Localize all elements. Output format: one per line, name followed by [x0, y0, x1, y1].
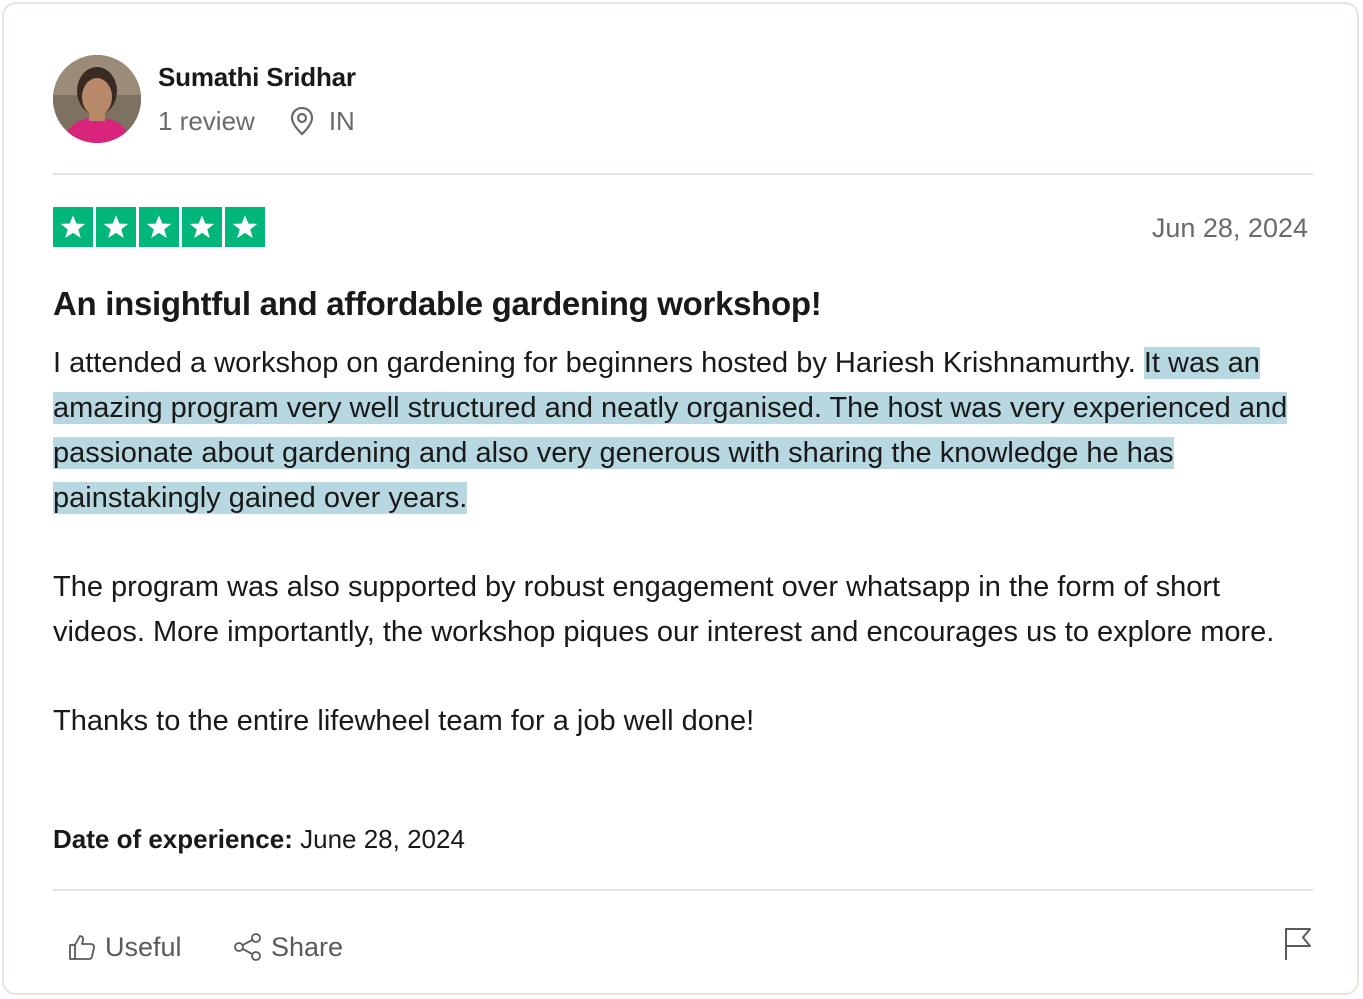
star-icon	[53, 207, 93, 247]
date-of-experience: Date of experience: June 28, 2024	[53, 822, 465, 856]
share-button[interactable]: Share	[233, 922, 343, 972]
reviewer-header: Sumathi Sridhar 1 review IN	[53, 53, 356, 145]
review-body: I attended a workshop on gardening for b…	[53, 341, 1318, 744]
share-icon	[234, 933, 261, 961]
star-icon	[139, 207, 179, 247]
divider	[53, 173, 1313, 175]
report-button[interactable]	[1283, 926, 1313, 967]
review-date: Jun 28, 2024	[1151, 213, 1308, 243]
star-icon	[182, 207, 222, 247]
star-icon	[96, 207, 136, 247]
experience-label: Date of experience:	[53, 824, 293, 854]
experience-date: June 28, 2024	[300, 824, 465, 854]
share-label: Share	[271, 931, 344, 962]
review-paragraph: I attended a workshop on gardening for b…	[53, 341, 1318, 521]
useful-label: Useful	[105, 931, 182, 962]
reviewer-meta: 1 review IN	[158, 105, 356, 137]
star-rating	[53, 207, 268, 247]
reviewer-name[interactable]: Sumathi Sridhar	[158, 61, 356, 93]
review-paragraph: The program was also supported by robust…	[53, 571, 1275, 648]
avatar[interactable]	[53, 55, 141, 143]
review-actions: Useful Share	[53, 922, 1315, 972]
review-paragraph: Thanks to the entire lifewheel team for …	[53, 705, 755, 737]
divider	[53, 889, 1313, 891]
reviewer-location: IN	[328, 106, 355, 136]
reviewer-info: Sumathi Sridhar 1 review IN	[158, 61, 356, 137]
flag-icon	[1285, 928, 1311, 960]
location-pin-icon	[289, 106, 315, 136]
review-card: Sumathi Sridhar 1 review IN Jun 28, 2024…	[2, 2, 1359, 995]
review-text: I attended a workshop on gardening for b…	[53, 347, 1144, 379]
star-icon	[225, 207, 265, 247]
thumbs-up-icon	[69, 935, 95, 960]
useful-button[interactable]: Useful	[67, 922, 182, 972]
review-title[interactable]: An insightful and affordable gardening w…	[53, 283, 822, 325]
review-count: 1 review	[158, 106, 255, 136]
